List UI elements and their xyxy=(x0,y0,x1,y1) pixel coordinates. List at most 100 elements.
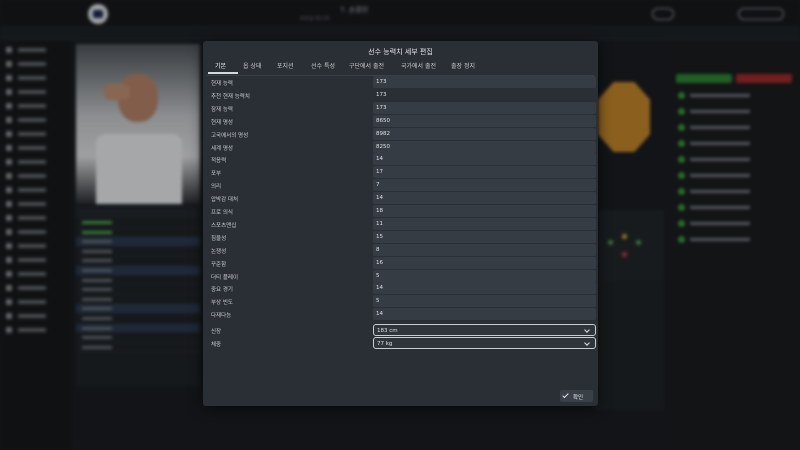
attribute-input[interactable]: 8650 xyxy=(373,114,596,127)
attribute-value: 173 xyxy=(376,91,387,98)
attribute-row: 압박감 대처 14 xyxy=(207,192,596,205)
attribute-select[interactable]: 77 kg xyxy=(373,337,596,349)
check-icon xyxy=(562,391,569,399)
confirm-button[interactable]: 확인 xyxy=(560,390,593,402)
attribute-value: 8 xyxy=(376,246,380,253)
attribute-value: 8650 xyxy=(376,117,390,124)
attribute-row: 적응력 14 xyxy=(207,153,596,166)
attribute-row: 신장 183 cm xyxy=(207,324,596,337)
attribute-row: 중요 경기 14 xyxy=(207,282,596,295)
attribute-row: 고국에서의 명성 8982 xyxy=(207,127,596,140)
attribute-label: 세계 명성 xyxy=(211,145,233,152)
attribute-select[interactable]: 183 cm xyxy=(373,324,596,337)
attribute-label: 고국에서의 명성 xyxy=(211,132,249,139)
attribute-value: 15 xyxy=(376,233,383,240)
attribute-value: 11 xyxy=(376,220,383,227)
attribute-value: 7 xyxy=(376,182,380,189)
edit-attributes-dialog: 선수 능력치 세부 편집 기본 옵 상태 포지션 선수 특성 구단에서 출전 국… xyxy=(203,41,598,406)
attribute-row: 현재 능력 173 xyxy=(207,76,596,88)
attribute-row: 더티 플레이 5 xyxy=(207,269,596,282)
attribute-input[interactable]: 11 xyxy=(373,217,596,230)
attribute-input[interactable]: 16 xyxy=(373,256,596,269)
attribute-label: 현재 명성 xyxy=(211,119,233,126)
tab-player-traits[interactable]: 선수 특성 xyxy=(311,61,335,70)
attribute-value: 18 xyxy=(376,208,383,214)
attribute-input[interactable]: 7 xyxy=(373,179,596,192)
attribute-label: 스포츠맨십 xyxy=(211,222,237,229)
attribute-row: 논쟁성 8 xyxy=(207,243,596,256)
attribute-value: 8250 xyxy=(376,143,390,150)
tab-suspension[interactable]: 출장 정지 xyxy=(451,61,475,70)
attribute-row: 꾸준함 16 xyxy=(207,256,596,269)
attribute-input[interactable]: 14 xyxy=(373,282,596,295)
attribute-row: 잠재 능력 173 xyxy=(207,101,596,114)
attribute-input[interactable]: 17 xyxy=(373,166,596,179)
attribute-row: 부상 빈도 5 xyxy=(207,295,596,308)
attribute-row: 포부 17 xyxy=(207,166,596,179)
attribute-readonly-value: 173 xyxy=(373,89,596,101)
attribute-value: 17 xyxy=(376,169,383,176)
attribute-value: 173 xyxy=(376,104,387,111)
tab-national-appearances[interactable]: 국가에서 출전 xyxy=(401,61,436,70)
attribute-row: 다재다능 14 xyxy=(207,308,596,321)
confirm-label: 확인 xyxy=(573,395,584,401)
attribute-label: 체중 xyxy=(211,342,222,348)
attribute-row: 체중 77 kg xyxy=(207,337,596,349)
attribute-input[interactable]: 5 xyxy=(373,295,596,308)
attribute-label: 부상 빈도 xyxy=(211,300,233,307)
attribute-value: 8982 xyxy=(376,130,390,137)
attribute-label: 침울성 xyxy=(211,235,227,242)
attribute-label: 잠재 능력 xyxy=(211,106,233,113)
attribute-value: 5 xyxy=(376,272,380,279)
attribute-row: 스포츠맨십 11 xyxy=(207,217,596,230)
tab-basic[interactable]: 기본 xyxy=(215,61,226,70)
active-tab-indicator xyxy=(208,72,238,74)
attribute-input[interactable]: 15 xyxy=(373,230,596,243)
attribute-value: 16 xyxy=(376,259,383,266)
attribute-label: 중요 경기 xyxy=(211,287,233,294)
attribute-label: 다재다능 xyxy=(211,313,232,320)
attribute-label: 의리 xyxy=(211,184,222,191)
attribute-value: 183 cm xyxy=(377,328,398,335)
attribute-input[interactable]: 18 xyxy=(373,205,596,217)
attribute-label: 프로 의식 xyxy=(211,210,233,216)
attribute-input[interactable]: 14 xyxy=(373,153,596,166)
attribute-value: 14 xyxy=(376,311,383,318)
attribute-input[interactable]: 8250 xyxy=(373,140,596,153)
attribute-input[interactable]: 173 xyxy=(373,101,596,114)
attribute-row: 추천 현재 능력치 173 xyxy=(207,89,594,101)
attribute-label: 적응력 xyxy=(211,158,227,165)
attribute-input[interactable]: 8982 xyxy=(373,127,596,140)
attribute-input[interactable]: 14 xyxy=(373,192,596,205)
attribute-value: 14 xyxy=(376,195,383,202)
attribute-input[interactable]: 8 xyxy=(373,243,596,256)
attribute-label: 현재 능력 xyxy=(211,81,233,87)
app-screen: 7. 손흥민 토트넘 홋스퍼 선수 능력치 세부 편집 기본 옵 상태 포지션 … xyxy=(0,0,800,450)
attribute-row: 프로 의식 18 xyxy=(207,205,596,217)
attribute-label: 압박감 대처 xyxy=(211,197,239,204)
attribute-value: 173 xyxy=(376,79,387,85)
attribute-value: 14 xyxy=(376,156,383,163)
attribute-value: 5 xyxy=(376,298,380,305)
attribute-input[interactable]: 173 xyxy=(373,76,596,88)
chevron-down-icon xyxy=(584,340,590,346)
tab-club-appearances[interactable]: 구단에서 출전 xyxy=(349,61,384,70)
attribute-label: 신장 xyxy=(211,329,222,336)
attribute-label: 더티 플레이 xyxy=(211,274,239,281)
attribute-label: 추천 현재 능력치 xyxy=(211,93,250,100)
attribute-label: 논쟁성 xyxy=(211,248,227,255)
attribute-row: 세계 명성 8250 xyxy=(207,140,596,153)
attribute-input[interactable]: 5 xyxy=(373,269,596,282)
attribute-value: 77 kg xyxy=(377,341,393,347)
tab-position[interactable]: 포지션 xyxy=(277,61,294,70)
attribute-row: 의리 7 xyxy=(207,179,596,192)
attribute-label: 꾸준함 xyxy=(211,261,227,268)
attribute-row: 현재 명성 8650 xyxy=(207,114,596,127)
attribute-value: 14 xyxy=(376,285,383,292)
attribute-label: 포부 xyxy=(211,171,222,178)
chevron-down-icon xyxy=(584,327,590,333)
attribute-input[interactable]: 14 xyxy=(373,308,596,321)
tab-condition[interactable]: 옵 상태 xyxy=(243,61,261,70)
attribute-row: 침울성 15 xyxy=(207,230,596,243)
dialog-title: 선수 능력치 세부 편집 xyxy=(368,48,433,56)
